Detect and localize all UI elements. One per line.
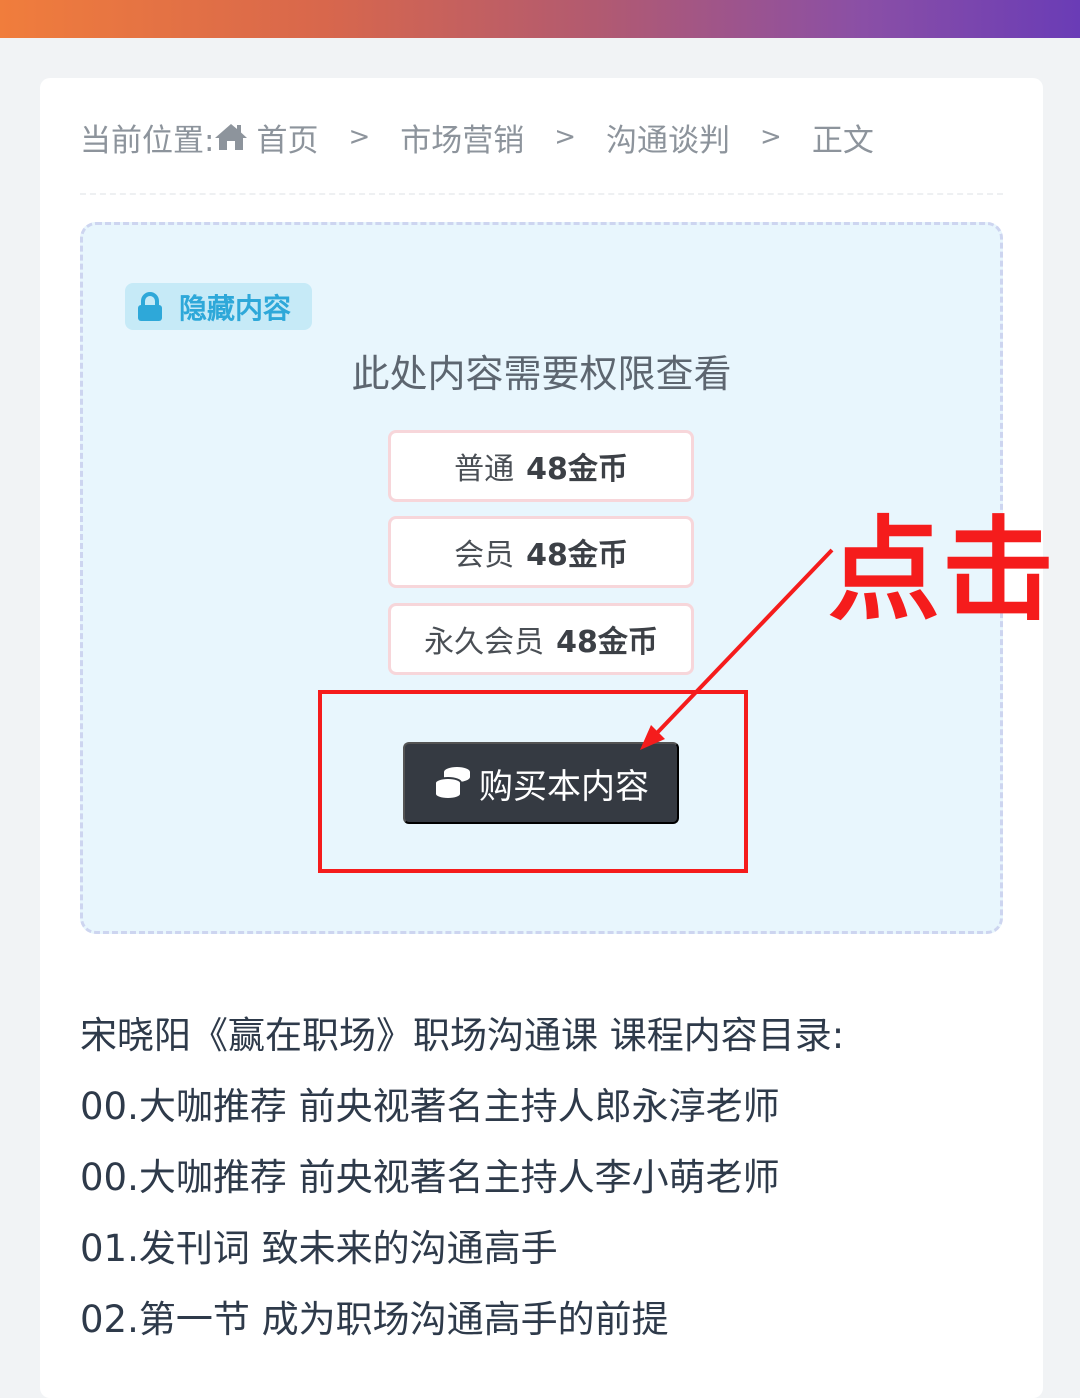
price-value: 48金币 xyxy=(556,625,658,660)
price-tier-label: 会员 xyxy=(454,538,515,573)
breadcrumb-link-marketing[interactable]: 市场营销 xyxy=(400,115,524,160)
permission-title: 此处内容需要权限查看 xyxy=(351,352,732,396)
buy-content-label: 购买本内容 xyxy=(479,767,649,806)
article-line: 00.大咖推荐 前央视著名主持人李小萌老师 xyxy=(80,1156,780,1199)
breadcrumb-home-link[interactable]: 首页 xyxy=(256,115,318,160)
coins-icon xyxy=(434,767,470,800)
home-icon xyxy=(215,124,248,150)
breadcrumb-divider xyxy=(80,193,1003,195)
article-line: 02.第一节 成为职场沟通高手的前提 xyxy=(80,1298,669,1341)
hidden-content-badge-label: 隐藏内容 xyxy=(179,291,292,325)
price-value: 48金币 xyxy=(526,452,628,487)
article-line: 01.发刊词 致未来的沟通高手 xyxy=(80,1227,558,1270)
price-tier-label: 永久会员 xyxy=(424,625,545,660)
price-value: 48金币 xyxy=(526,538,628,573)
price-tier-label: 普通 xyxy=(454,452,515,487)
breadcrumb-separator: > xyxy=(760,122,782,152)
price-option-member[interactable]: 会员 48金币 xyxy=(388,516,694,588)
breadcrumb-separator: > xyxy=(554,122,577,152)
breadcrumb: 当前位置: 首页 > 市场营销 > 沟通谈判 > 正文 xyxy=(80,112,874,162)
lock-icon xyxy=(138,291,162,321)
breadcrumb-prefix: 当前位置: xyxy=(80,122,215,159)
article-line: 宋晓阳《赢在职场》职场沟通课 课程内容目录: xyxy=(80,1014,845,1057)
top-banner xyxy=(0,0,1080,38)
breadcrumb-link-negotiation[interactable]: 沟通谈判 xyxy=(606,115,730,160)
article-line: 00.大咖推荐 前央视著名主持人郎永淳老师 xyxy=(80,1085,780,1128)
annotation-click-text: 点击 xyxy=(828,506,1056,636)
hidden-content-badge: 隐藏内容 xyxy=(125,283,312,330)
buy-content-button[interactable]: 购买本内容 xyxy=(403,742,679,824)
article-content: 宋晓阳《赢在职场》职场沟通课 课程内容目录: 00.大咖推荐 前央视著名主持人郎… xyxy=(80,1000,1003,1355)
price-option-normal[interactable]: 普通 48金币 xyxy=(388,430,694,502)
price-option-lifetime-member[interactable]: 永久会员 48金币 xyxy=(388,603,694,675)
breadcrumb-current: 正文 xyxy=(811,122,874,159)
breadcrumb-separator: > xyxy=(348,122,371,152)
